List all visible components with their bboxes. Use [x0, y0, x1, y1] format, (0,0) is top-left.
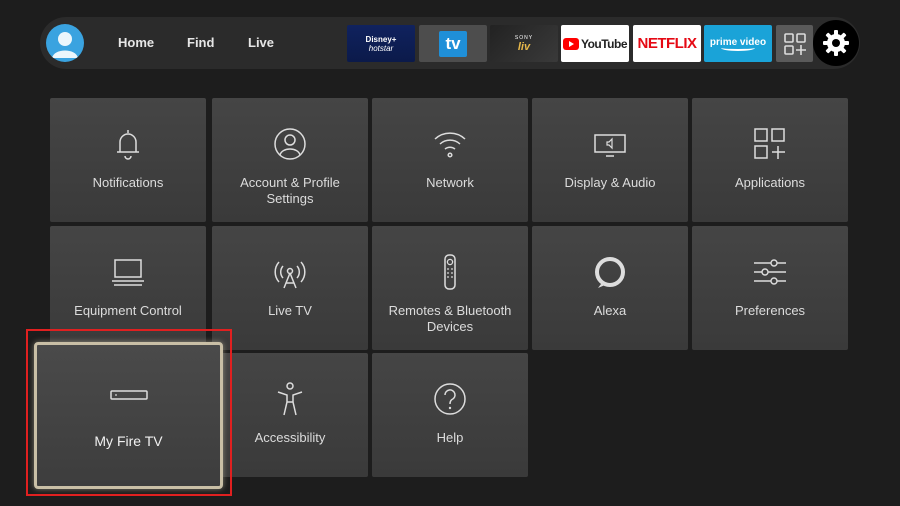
youtube-play-icon	[562, 37, 579, 50]
app-youtube[interactable]: YouTube	[561, 25, 629, 62]
nav-find[interactable]: Find	[187, 17, 214, 69]
app-prime-video[interactable]: prime video	[704, 25, 772, 62]
app-sonyliv[interactable]: SONY liv	[490, 25, 558, 62]
tile-live-tv[interactable]: Live TV	[212, 226, 368, 350]
tile-label: Remotes & Bluetooth Devices	[388, 303, 512, 334]
highlight-annotation	[26, 329, 232, 496]
hotstar-logo-line2: hotstar	[368, 43, 394, 53]
nav-live[interactable]: Live	[248, 17, 274, 69]
tile-label: Network	[426, 175, 474, 190]
user-icon	[52, 32, 78, 58]
display-audio-icon	[594, 134, 626, 157]
apps-grid-icon	[783, 32, 806, 55]
tile-label: Account & Profile Settings	[240, 175, 340, 206]
sliders-icon	[754, 259, 786, 285]
wifi-icon	[434, 132, 466, 158]
tile-label: Live TV	[268, 303, 312, 318]
all-apps-button[interactable]	[776, 25, 813, 62]
settings-button[interactable]	[813, 20, 859, 66]
app-tv[interactable]: tv	[419, 25, 487, 62]
tile-label: Help	[436, 430, 464, 445]
tv-equipment-icon	[112, 259, 144, 286]
app-disney-hotstar[interactable]: Disney+ hotstar	[347, 25, 415, 62]
youtube-logo-text: YouTube	[580, 36, 628, 51]
tile-network[interactable]: Network	[372, 98, 528, 222]
tile-label: Display & Audio	[564, 175, 656, 190]
tile-label: Accessibility	[254, 430, 326, 445]
accessibility-icon	[277, 382, 303, 416]
profile-icon	[274, 128, 306, 160]
tile-accessibility[interactable]: Accessibility	[212, 353, 368, 477]
bell-icon	[117, 130, 139, 160]
prime-smile-icon	[721, 45, 755, 51]
tile-display-audio[interactable]: Display & Audio	[532, 98, 688, 222]
tile-applications[interactable]: Applications	[692, 98, 848, 222]
app-netflix[interactable]: NETFLIX	[633, 25, 701, 62]
tile-help[interactable]: Help	[372, 353, 528, 477]
tile-remotes-bluetooth[interactable]: Remotes & Bluetooth Devices	[372, 226, 528, 350]
top-nav-bar: Home Find Live Disney+ hotstar tv SONY l…	[40, 17, 860, 69]
tile-label: Preferences	[734, 303, 806, 318]
gear-icon	[823, 30, 849, 56]
tile-account-profile-settings[interactable]: Account & Profile Settings	[212, 98, 368, 222]
nav-home[interactable]: Home	[118, 17, 154, 69]
alexa-icon	[595, 257, 625, 288]
antenna-icon	[274, 261, 306, 289]
tv-app-logo: tv	[439, 30, 467, 57]
sonyliv-logo-line2: liv	[517, 40, 531, 53]
tile-label: Notifications	[92, 175, 164, 190]
tile-label: Alexa	[593, 303, 627, 318]
hotstar-logo-line1: Disney+	[365, 34, 397, 44]
help-icon	[434, 383, 466, 415]
tile-alexa[interactable]: Alexa	[532, 226, 688, 350]
tile-notifications[interactable]: Notifications	[50, 98, 206, 222]
tile-preferences[interactable]: Preferences	[692, 226, 848, 350]
tile-label: Applications	[734, 175, 806, 190]
applications-icon	[754, 128, 785, 159]
netflix-logo-text: NETFLIX	[637, 35, 698, 52]
tile-label: Equipment Control	[74, 303, 182, 318]
profile-avatar[interactable]	[46, 24, 84, 62]
remote-icon	[444, 254, 456, 290]
